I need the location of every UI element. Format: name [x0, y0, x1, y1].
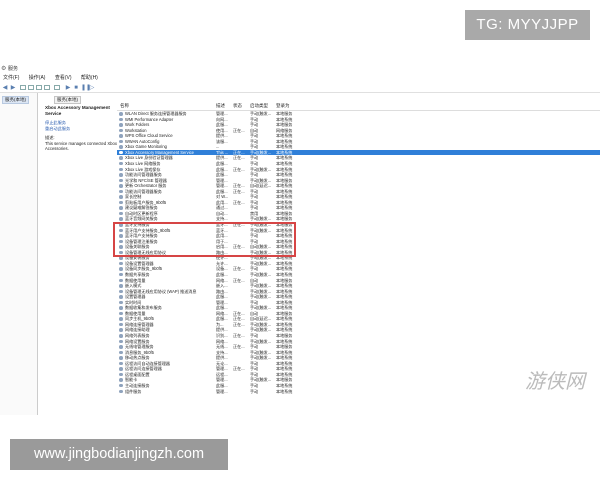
- cell-description: 管理...: [216, 388, 228, 394]
- export-icon[interactable]: [44, 85, 50, 90]
- gear-icon: [119, 289, 123, 294]
- gear-icon: [119, 261, 123, 266]
- stop-service-icon[interactable]: ■: [73, 85, 79, 91]
- list-header: 名称 描述 状态 启动类型 登录为: [117, 102, 600, 111]
- cell-startup-type: 手动: [250, 388, 259, 394]
- gear-icon: [119, 278, 123, 282]
- gear-icon: [119, 206, 123, 210]
- menu-view[interactable]: 查看(V): [55, 75, 72, 81]
- selected-service-title: Xbox Accessory Management Service: [45, 105, 110, 116]
- menu-action[interactable]: 操作(A): [29, 75, 46, 81]
- column-header-logon-as[interactable]: 登录为: [276, 102, 290, 110]
- gear-icon: [119, 389, 123, 393]
- watermark-telegram: TG: MYYJJPP: [465, 10, 590, 40]
- gear-icon: [119, 372, 123, 377]
- gear-icon: [119, 328, 123, 332]
- gear-icon: [119, 350, 123, 355]
- gear-icon: [119, 211, 123, 216]
- gear-icon: [119, 178, 123, 183]
- toolbar: ◀ ▶ ▶ ■ ❚❚ ▷: [0, 83, 600, 93]
- restart-service-icon[interactable]: ▷: [89, 85, 95, 91]
- column-header-name[interactable]: 名称: [120, 102, 129, 110]
- gear-icon: [119, 345, 123, 349]
- gear-icon: [119, 156, 123, 160]
- back-arrow-icon[interactable]: ◀: [2, 85, 8, 91]
- gear-icon: [119, 200, 123, 205]
- gear-icon: [119, 334, 123, 338]
- gear-icon: [119, 112, 123, 116]
- gear-icon: [119, 195, 123, 199]
- watermark-website: www.jingbodianjingzh.com: [10, 439, 228, 470]
- gear-icon: [119, 167, 123, 171]
- restart-service-link[interactable]: 重启动此服务: [45, 126, 117, 132]
- gear-icon: [119, 367, 123, 371]
- refresh-icon[interactable]: [36, 85, 42, 90]
- gear-icon: [119, 361, 123, 366]
- gear-icon: [119, 322, 123, 327]
- service-description-panel: Xbox Accessory Management Service 停止此服务 …: [45, 105, 117, 152]
- gear-icon: [119, 128, 123, 133]
- pause-service-icon[interactable]: ❚❚: [81, 85, 91, 91]
- gear-icon: [119, 306, 123, 310]
- console-tree-icon[interactable]: [20, 85, 26, 90]
- site-logo-watermark: 游侠网: [525, 369, 585, 393]
- start-service-icon[interactable]: ▶: [65, 85, 71, 91]
- gear-icon: [119, 150, 123, 155]
- gear-icon: [119, 295, 123, 299]
- column-header-description[interactable]: 描述: [216, 102, 225, 110]
- gear-icon: [119, 134, 123, 138]
- tab-services-local[interactable]: 服务(本地): [54, 96, 81, 104]
- gear-icon: [119, 189, 123, 194]
- gear-icon: [119, 339, 123, 344]
- window-title: 服务: [8, 66, 19, 72]
- menu-help[interactable]: 帮助(H): [81, 75, 98, 81]
- gear-icon: [119, 123, 123, 127]
- gear-icon: [119, 139, 123, 144]
- gear-icon: [119, 161, 123, 166]
- gear-icon: [119, 117, 123, 122]
- forward-arrow-icon[interactable]: ▶: [10, 85, 16, 91]
- gear-icon: [119, 356, 123, 360]
- gear-icon: [119, 317, 123, 321]
- gear-icon: [119, 272, 123, 277]
- gear-icon: [119, 378, 123, 382]
- gear-icon: [119, 383, 123, 388]
- gear-icon: [119, 300, 123, 305]
- cell-name: 组件服务: [125, 388, 142, 394]
- gear-icon: [119, 173, 123, 177]
- gear-icon: [119, 217, 123, 221]
- services-window: ⚙ 服务 文件(F) 操作(A) 查看(V) 帮助(H) ◀ ▶ ▶ ■ ❚❚ …: [0, 65, 600, 415]
- gear-icon: [119, 145, 123, 149]
- gear-icon: [119, 284, 123, 288]
- console-tree: 服务(本地): [0, 93, 38, 415]
- gear-icon: [119, 311, 123, 316]
- description-text: This service manages connected Xbox Acce…: [45, 140, 117, 152]
- column-header-startup-type[interactable]: 启动类型: [250, 102, 268, 110]
- tree-node-services-local[interactable]: 服务(本地): [2, 96, 29, 104]
- properties-icon[interactable]: [28, 85, 34, 90]
- gear-icon: [119, 267, 123, 271]
- help-icon[interactable]: [54, 85, 60, 90]
- gear-icon: [119, 184, 123, 188]
- gear-icon: ⚙: [1, 66, 7, 72]
- column-header-status[interactable]: 状态: [233, 102, 242, 110]
- red-highlight-box: [113, 222, 296, 257]
- title-bar: ⚙ 服务: [0, 65, 600, 74]
- menu-bar: 文件(F) 操作(A) 查看(V) 帮助(H): [0, 74, 600, 83]
- cell-logon-as: 本地系统: [276, 388, 293, 394]
- menu-file[interactable]: 文件(F): [3, 75, 19, 81]
